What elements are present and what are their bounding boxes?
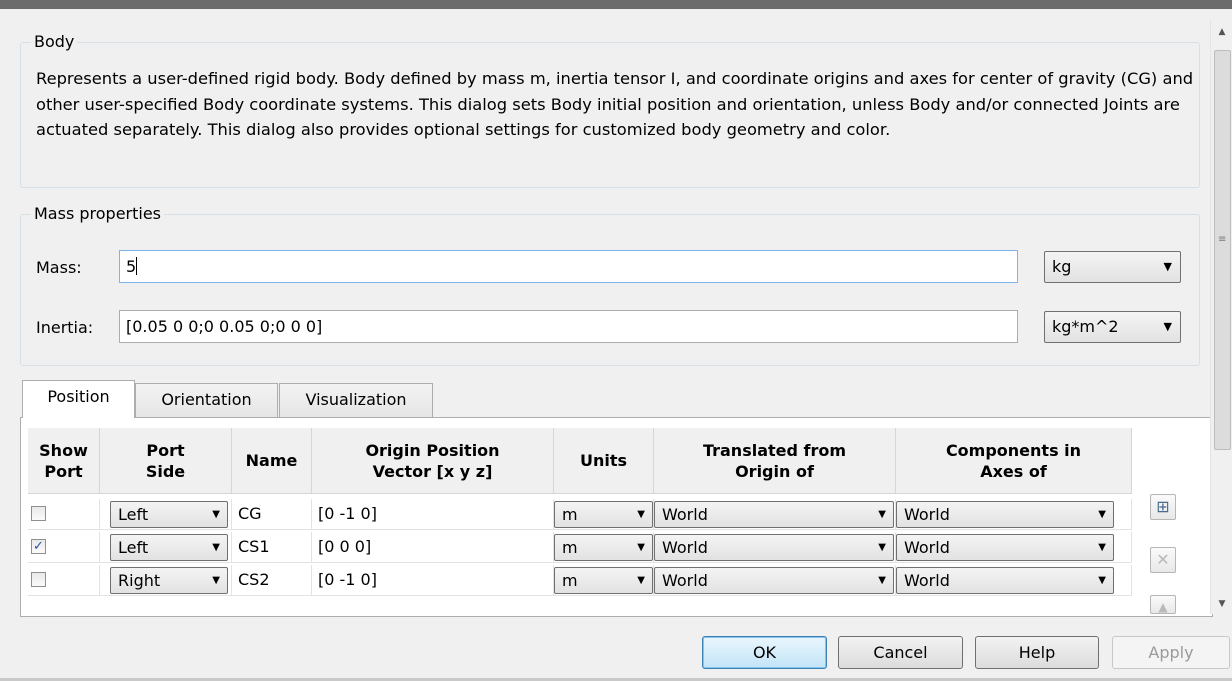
body-description: Represents a user-defined rigid body. Bo…	[36, 69, 1194, 139]
origin-position-cell[interactable]: [0 -1 0]	[312, 565, 554, 596]
translated-from-cell: World ▼	[654, 565, 896, 596]
units-select[interactable]: m ▼	[554, 501, 653, 528]
show-port-cell: ✓	[28, 532, 100, 563]
tab-position[interactable]: Position	[22, 380, 135, 418]
components-in-value: World	[904, 571, 950, 590]
text-caret	[136, 257, 138, 275]
show-port-checkbox[interactable]	[31, 506, 46, 521]
chevron-down-icon: ▼	[212, 509, 220, 520]
translated-from-select[interactable]: World ▼	[654, 501, 894, 528]
chevron-down-icon: ▼	[1163, 320, 1172, 333]
delete-row-icon[interactable]: ✕	[1150, 547, 1176, 573]
translated-from-value: World	[662, 505, 708, 524]
add-row-icon[interactable]: ⊞	[1150, 494, 1176, 520]
chevron-down-icon: ▼	[878, 575, 886, 586]
chevron-down-icon: ▼	[637, 542, 645, 553]
window-top-bar	[0, 0, 1232, 9]
mass-field[interactable]: 5	[119, 250, 1018, 283]
name-cell[interactable]: CS1	[232, 532, 312, 563]
scrollbar-thumb[interactable]	[1214, 50, 1231, 450]
components-in-select[interactable]: World ▼	[896, 534, 1114, 561]
mass-unit-value: kg	[1052, 257, 1072, 276]
header-port-side: Port Side	[100, 428, 232, 494]
grip-icon: ≡	[1218, 234, 1227, 245]
chevron-down-icon: ▼	[878, 542, 886, 553]
inertia-label: Inertia:	[36, 318, 94, 337]
components-in-cell: World ▼	[896, 565, 1132, 596]
chevron-down-icon: ▼	[1098, 575, 1106, 586]
mass-label: Mass:	[36, 258, 82, 277]
port-side-value: Right	[118, 571, 161, 590]
move-up-icon[interactable]: ▲	[1150, 595, 1176, 614]
mass-properties-title: Mass properties	[31, 204, 165, 223]
chevron-down-icon: ▼	[212, 542, 220, 553]
components-in-cell: World ▼	[896, 499, 1132, 530]
tab-visualization[interactable]: Visualization	[279, 383, 433, 418]
chevron-down-icon: ▼	[878, 509, 886, 520]
header-units: Units	[554, 428, 654, 494]
chevron-down-icon: ▼	[637, 509, 645, 520]
chevron-down-icon: ▼	[637, 575, 645, 586]
translated-from-value: World	[662, 538, 708, 557]
inertia-unit-value: kg*m^2	[1052, 317, 1119, 336]
translated-from-cell: World ▼	[654, 532, 896, 563]
port-side-cell: Left ▼	[100, 532, 232, 563]
translated-from-select[interactable]: World ▼	[654, 534, 894, 561]
port-side-cell: Right ▼	[100, 565, 232, 596]
header-show-port: Show Port	[28, 428, 100, 494]
port-side-select[interactable]: Right ▼	[110, 567, 228, 594]
chevron-down-icon: ▼	[1163, 260, 1172, 273]
show-port-cell	[28, 565, 100, 596]
chevron-down-icon: ▼	[212, 575, 220, 586]
mass-value: 5	[126, 257, 137, 276]
scroll-down-icon[interactable]: ▼	[1211, 594, 1232, 614]
body-group-title: Body	[31, 32, 78, 51]
origin-position-cell[interactable]: [0 0 0]	[312, 532, 554, 563]
units-select[interactable]: m ▼	[554, 567, 653, 594]
inertia-value: [0.05 0 0;0 0.05 0;0 0 0]	[126, 317, 323, 336]
ok-button[interactable]: OK	[702, 636, 827, 669]
port-side-select[interactable]: Left ▼	[110, 534, 228, 561]
components-in-select[interactable]: World ▼	[896, 567, 1114, 594]
components-in-cell: World ▼	[896, 532, 1132, 563]
origin-position-cell[interactable]: [0 -1 0]	[312, 499, 554, 530]
scroll-up-icon[interactable]: ▲	[1211, 22, 1232, 42]
units-cell: m ▼	[554, 565, 654, 596]
header-name: Name	[232, 428, 312, 494]
chevron-down-icon: ▼	[1098, 542, 1106, 553]
units-cell: m ▼	[554, 499, 654, 530]
inertia-field[interactable]: [0.05 0 0;0 0.05 0;0 0 0]	[119, 310, 1018, 343]
port-side-cell: Left ▼	[100, 499, 232, 530]
port-side-value: Left	[118, 538, 149, 557]
apply-button[interactable]: Apply	[1112, 636, 1230, 669]
cancel-button[interactable]: Cancel	[838, 636, 963, 669]
header-translated-from: Translated from Origin of	[654, 428, 896, 494]
mass-properties-group	[20, 214, 1200, 366]
port-side-select[interactable]: Left ▼	[110, 501, 228, 528]
translated-from-select[interactable]: World ▼	[654, 567, 894, 594]
show-port-checkbox[interactable]	[31, 572, 46, 587]
header-origin-position: Origin Position Vector [x y z]	[312, 428, 554, 494]
tab-orientation[interactable]: Orientation	[135, 383, 278, 418]
show-port-checkbox[interactable]: ✓	[31, 539, 46, 554]
show-port-cell	[28, 499, 100, 530]
translated-from-value: World	[662, 571, 708, 590]
header-components-in: Components in Axes of	[896, 428, 1132, 494]
port-side-value: Left	[118, 505, 149, 524]
components-in-value: World	[904, 538, 950, 557]
vertical-scrollbar[interactable]: ▲ ≡ ▼	[1210, 20, 1232, 614]
name-cell[interactable]: CS2	[232, 565, 312, 596]
mass-unit-select[interactable]: kg ▼	[1044, 251, 1181, 283]
name-cell[interactable]: CG	[232, 499, 312, 530]
translated-from-cell: World ▼	[654, 499, 896, 530]
help-button[interactable]: Help	[975, 636, 1099, 669]
components-in-value: World	[904, 505, 950, 524]
units-cell: m ▼	[554, 532, 654, 563]
units-select[interactable]: m ▼	[554, 534, 653, 561]
chevron-down-icon: ▼	[1098, 509, 1106, 520]
inertia-unit-select[interactable]: kg*m^2 ▼	[1044, 311, 1181, 343]
components-in-select[interactable]: World ▼	[896, 501, 1114, 528]
